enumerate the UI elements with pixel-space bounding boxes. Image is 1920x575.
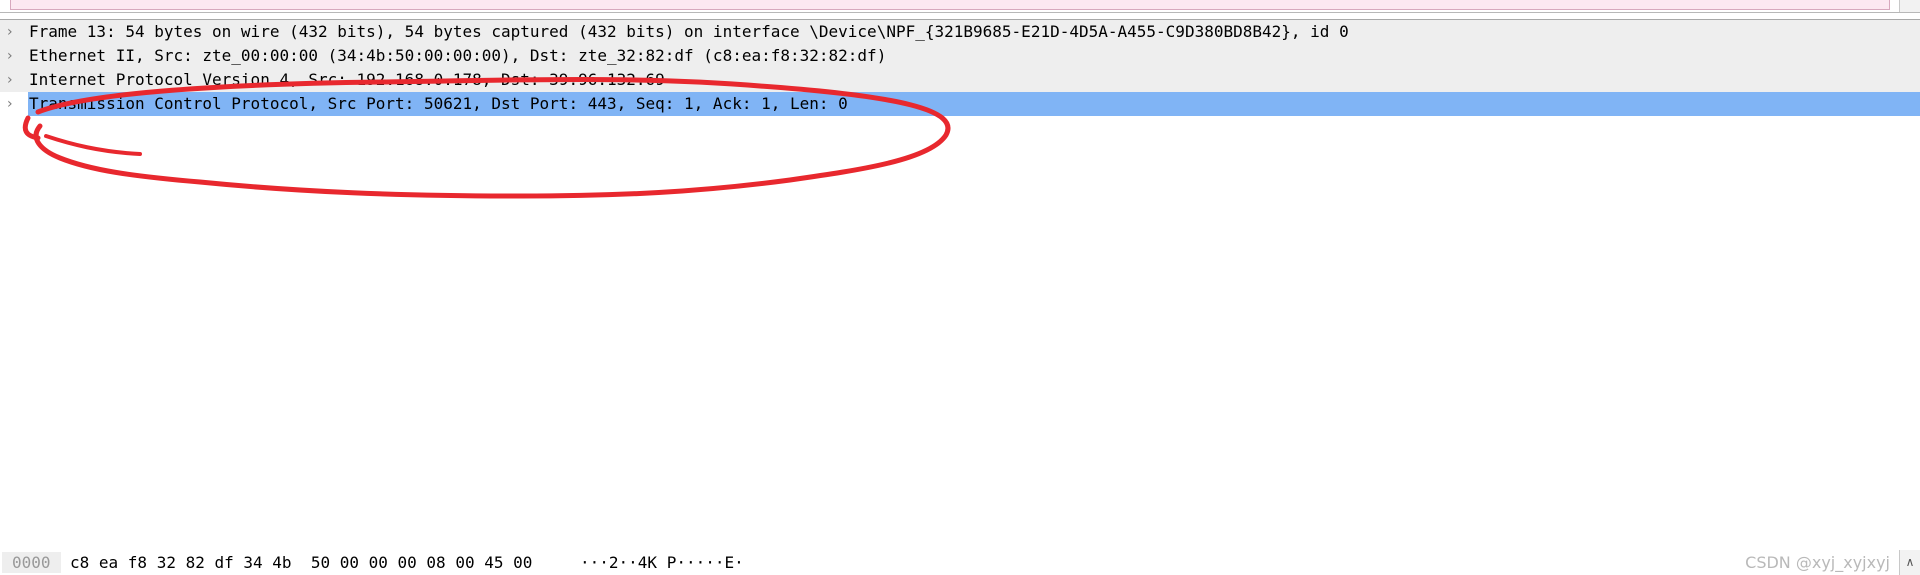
chevron-up-icon[interactable]: ∧ [1906,555,1915,569]
chevron-right-icon[interactable]: › [7,44,21,68]
packet-bytes-pane[interactable]: 0000 c8 ea f8 32 82 df 34 4b 50 00 00 00… [0,550,1920,575]
tree-row-frame[interactable]: › Frame 13: 54 bytes on wire (432 bits),… [0,20,1920,44]
tree-row-label: Internet Protocol Version 4, Src: 192.16… [29,70,665,89]
packet-details-pane[interactable]: › Frame 13: 54 bytes on wire (432 bits),… [0,19,1920,551]
tree-row-label: Frame 13: 54 bytes on wire (432 bits), 5… [29,22,1349,41]
packet-list-scrollbar[interactable] [1899,0,1920,12]
bytes-offset: 0000 [2,552,61,573]
bytes-hex[interactable]: c8 ea f8 32 82 df 34 4b 50 00 00 00 08 0… [70,550,532,575]
packet-list-row[interactable] [10,0,1890,10]
tree-row-ipv4[interactable]: › Internet Protocol Version 4, Src: 192.… [0,68,1920,92]
watermark-text: CSDN @xyj_xyjxyj [1745,553,1890,572]
tree-row-label: Transmission Control Protocol, Src Port:… [29,94,848,113]
chevron-right-icon[interactable]: › [7,20,21,44]
bytes-ascii[interactable]: ···2··4K P·····E· [580,550,744,575]
wireshark-window: › Frame 13: 54 bytes on wire (432 bits),… [0,0,1920,575]
tree-row-label: Ethernet II, Src: zte_00:00:00 (34:4b:50… [29,46,887,65]
bytes-scrollbar[interactable]: ∧ [1899,550,1920,575]
tree-row-ethernet[interactable]: › Ethernet II, Src: zte_00:00:00 (34:4b:… [0,44,1920,68]
packet-list-pane[interactable] [0,0,1920,13]
tree-row-tcp[interactable]: › Transmission Control Protocol, Src Por… [0,92,1920,116]
chevron-right-icon[interactable]: › [7,92,21,116]
chevron-right-icon[interactable]: › [7,68,21,92]
